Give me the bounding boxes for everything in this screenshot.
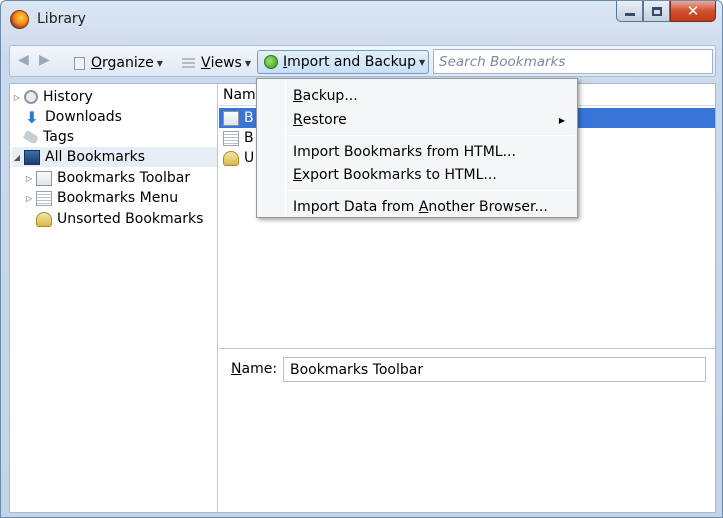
menu-item-backup[interactable]: Backup... [293,85,573,107]
sidebar-item-label: Bookmarks Menu [57,190,179,206]
import-and-backup-label: mport and Backup [287,54,417,70]
close-icon: ✕ [686,2,700,20]
bookmarks-toolbar-icon [36,170,52,186]
restore-label: estore [302,112,347,128]
import-browser-label: nother Browser... [428,199,548,215]
restore-mnemonic: R [293,112,303,128]
organize-label: rganize [102,55,154,71]
organize-mnemonic: O [91,55,103,71]
views-mnemonic: V [201,55,211,71]
downloads-icon: ⬇ [25,107,39,127]
import-browser-mnemonic: A [418,199,429,215]
sidebar-item-label: Unsorted Bookmarks [57,211,204,227]
sidebar-item-unsorted-bookmarks[interactable]: Unsorted Bookmarks [36,209,203,229]
back-icon[interactable]: ◀ [18,52,29,68]
sidebar-item-label: All Bookmarks [45,149,146,165]
name-label-text: ame: [241,361,278,377]
views-label: iews [210,55,242,71]
sidebar-tree: ▷ History ⬇ Downloads Tags ◢ All Bookmar… [10,84,218,512]
bookmarks-menu-icon [223,130,239,146]
name-label: Name: [231,361,277,377]
library-window: Library ✕ ◀ ▶ Organize ▼ Views ▼ Import … [0,0,723,518]
views-icon [182,58,195,68]
views-button[interactable]: Views ▼ [182,52,251,74]
sidebar-item-all-bookmarks[interactable]: ◢ All Bookmarks [12,147,217,167]
sidebar-item-bookmarks-toolbar[interactable]: ▷ Bookmarks Toolbar [24,168,190,188]
title-bar[interactable]: Library ✕ [1,1,722,39]
chevron-down-icon: ▼ [156,58,163,68]
expand-icon[interactable]: ▷ [12,93,22,102]
history-icon [24,90,38,104]
sidebar-item-history[interactable]: ▷ History [12,87,93,107]
window-title: Library [37,11,86,27]
forward-icon[interactable]: ▶ [39,52,50,68]
name-field[interactable]: Bookmarks Toolbar [283,357,706,382]
import-backup-icon [264,55,278,69]
bookmarks-menu-icon [36,190,52,206]
close-button[interactable]: ✕ [670,1,716,22]
import-html-label: Import Bookmarks from HTML... [293,144,516,160]
name-mnemonic: N [231,361,242,377]
menu-item-import-from-browser[interactable]: Import Data from Another Browser... [293,196,573,218]
window-controls: ✕ [616,1,716,23]
all-bookmarks-icon [24,149,40,165]
library-toolbar: ◀ ▶ Organize ▼ Views ▼ Import and Backup… [9,45,716,77]
menu-separator [287,135,575,136]
menu-item-restore[interactable]: Restore ▶ [293,109,573,131]
sidebar-item-label: Downloads [45,109,122,125]
import-browser-label-pre: Import Data from [293,199,419,215]
menu-item-export-bookmarks-html[interactable]: Export Bookmarks to HTML... [293,164,573,186]
unsorted-bookmarks-icon [223,150,239,166]
export-html-label: xport Bookmarks to HTML... [301,167,497,183]
expand-icon[interactable]: ▷ [24,194,34,203]
collapse-icon[interactable]: ◢ [12,153,22,162]
list-item-label: B [244,130,254,146]
list-item-label: U [244,150,255,166]
expand-icon[interactable]: ▷ [24,174,34,183]
backup-mnemonic: B [293,88,303,104]
tags-icon [22,129,40,145]
menu-item-import-bookmarks-html[interactable]: Import Bookmarks from HTML... [293,141,573,163]
sidebar-item-label: History [43,89,93,105]
organize-button[interactable]: Organize ▼ [74,52,163,74]
sidebar-item-tags[interactable]: Tags [22,127,74,147]
backup-label: ackup... [302,88,358,104]
sidebar-item-downloads[interactable]: ⬇ Downloads [24,107,122,127]
search-placeholder: Search Bookmarks [439,53,566,70]
minimize-icon [624,13,635,16]
maximize-button[interactable] [643,1,670,22]
unsorted-bookmarks-icon [36,211,52,227]
firefox-icon [10,10,29,29]
list-item-label: B [244,110,254,126]
sidebar-item-bookmarks-menu[interactable]: ▷ Bookmarks Menu [24,188,178,208]
bookmarks-toolbar-icon [223,110,239,126]
name-field-value: Bookmarks Toolbar [290,361,424,378]
organize-icon [74,56,85,70]
maximize-icon [651,6,662,16]
minimize-button[interactable] [616,1,643,22]
search-bookmarks-input[interactable]: Search Bookmarks [433,49,713,74]
menu-separator [287,190,575,191]
sidebar-item-label: Tags [43,129,74,145]
import-and-backup-menu: Backup... Restore ▶ Import Bookmarks fro… [256,78,578,218]
export-mnemonic: E [293,167,302,183]
chevron-down-icon: ▼ [419,57,426,67]
details-pane: Name: Bookmarks Toolbar [219,348,715,512]
import-and-backup-button[interactable]: Import and Backup ▼ [257,50,429,74]
sidebar-item-label: Bookmarks Toolbar [57,170,191,186]
chevron-right-icon: ▶ [558,115,565,125]
chevron-down-icon: ▼ [244,58,251,68]
menu-gutter [285,81,286,215]
